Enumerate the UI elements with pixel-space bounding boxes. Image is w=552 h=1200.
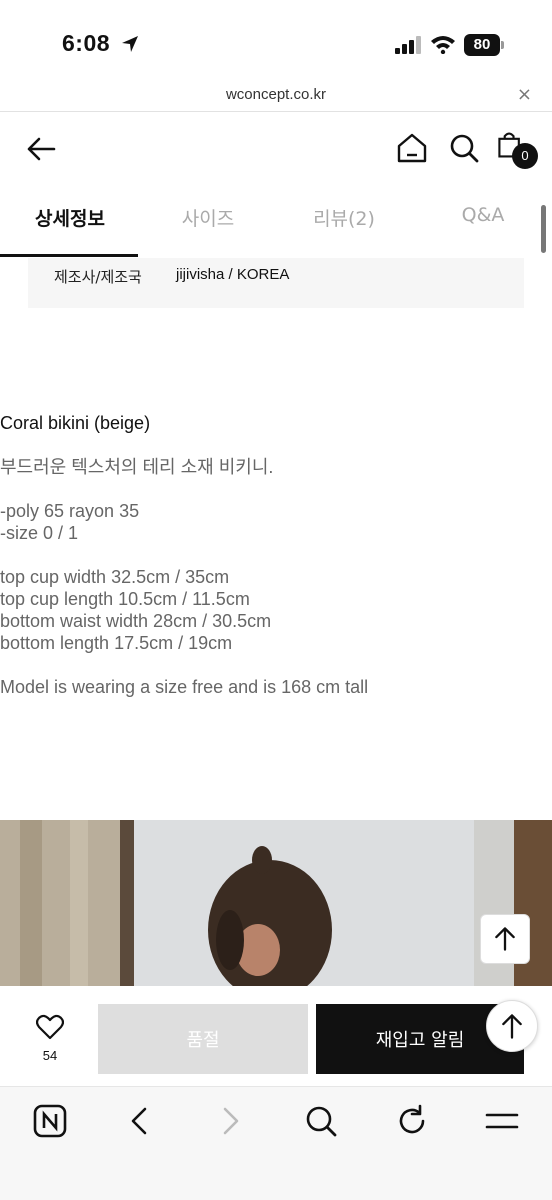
scroll-top-fab[interactable] xyxy=(486,1000,538,1052)
tab-detail[interactable]: 상세정보 xyxy=(30,204,110,244)
detail-tabs: 상세정보 사이즈 리뷰(2) Q&A xyxy=(0,192,552,257)
menu-icon[interactable] xyxy=(484,1103,520,1139)
cart-button[interactable]: 0 xyxy=(496,130,542,174)
cart-count-badge: 0 xyxy=(512,143,538,169)
size-line: -size 0 / 1 xyxy=(0,523,79,543)
close-icon[interactable]: × xyxy=(517,84,532,105)
scrollbar[interactable] xyxy=(541,205,546,253)
wifi-icon xyxy=(431,36,455,54)
product-photo xyxy=(0,820,552,986)
url-text: wconcept.co.kr xyxy=(225,86,327,103)
back-arrow-icon[interactable] xyxy=(24,132,58,166)
purchase-action-bar: 54 품절 재입고 알림 xyxy=(0,986,552,1086)
status-time: 6:08 xyxy=(62,30,111,56)
product-info-table: 제조사/제조국 jijivisha / KOREA xyxy=(28,258,524,308)
app-header: 0 xyxy=(0,112,552,190)
measurement-line: bottom length 17.5cm / 19cm xyxy=(0,633,233,653)
search-icon[interactable] xyxy=(448,132,480,164)
signal-icon xyxy=(395,36,421,54)
tab-size[interactable]: 사이즈 xyxy=(168,204,248,244)
tab-review[interactable]: 리뷰(2) xyxy=(304,204,384,244)
info-value: jijivisha / KOREA xyxy=(176,266,290,283)
home-icon[interactable] xyxy=(396,132,428,164)
info-label: 제조사/제조국 xyxy=(54,268,142,286)
scroll-top-button[interactable] xyxy=(480,914,530,964)
model-note: Model is wearing a size free and is 168 … xyxy=(0,677,369,697)
status-bar: 6:08 80 xyxy=(0,0,552,82)
product-title: Coral bikini (beige) xyxy=(0,413,151,433)
product-summary: 부드러운 텍스처의 테리 소재 비키니. xyxy=(0,457,274,477)
naver-icon[interactable] xyxy=(32,1103,68,1139)
active-tab-indicator xyxy=(0,254,138,257)
battery-level: 80 xyxy=(464,34,500,56)
search-icon[interactable] xyxy=(303,1103,339,1139)
like-count: 54 xyxy=(42,1048,58,1063)
chevron-right-icon xyxy=(223,1107,239,1135)
heart-icon xyxy=(36,1014,64,1040)
location-arrow-icon xyxy=(122,36,138,52)
measurement-line: top cup length 10.5cm / 11.5cm xyxy=(0,589,250,609)
chevron-left-icon[interactable] xyxy=(122,1103,158,1139)
like-button[interactable]: 54 xyxy=(30,1014,70,1070)
refresh-icon[interactable] xyxy=(394,1103,430,1139)
measurement-line: top cup width 32.5cm / 35cm xyxy=(0,567,230,587)
battery-tip xyxy=(501,41,504,49)
tab-qna[interactable]: Q&A xyxy=(448,204,518,244)
material-line: -poly 65 rayon 35 xyxy=(0,501,140,521)
url-bar[interactable]: wconcept.co.kr × xyxy=(0,82,552,112)
model-photo-image xyxy=(0,820,552,986)
product-description: Coral bikini (beige) 부드러운 텍스처의 테리 소재 비키니… xyxy=(0,412,552,698)
soldout-button[interactable]: 품절 xyxy=(98,1004,308,1074)
battery-indicator: 80 xyxy=(464,34,504,56)
measurement-line: bottom waist width 28cm / 30.5cm xyxy=(0,611,272,631)
browser-toolbar xyxy=(0,1086,552,1200)
